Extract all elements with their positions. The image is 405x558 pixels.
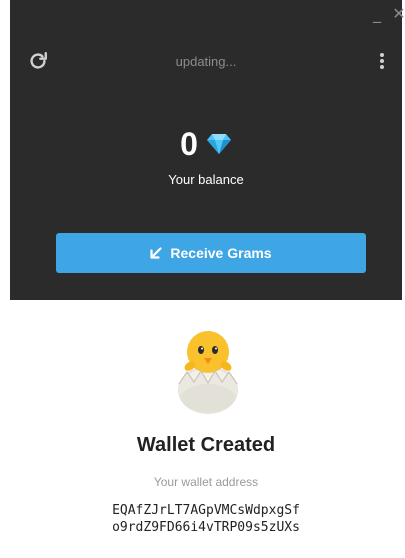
balance-value: 0 [180,126,198,162]
wallet-window: _ ✕ updating... 0 Your balance Receive G… [10,0,405,558]
minimize-button[interactable]: _ [369,4,385,24]
balance-panel: updating... 0 Your balance Receive Grams [10,30,402,300]
sync-status: updating... [175,54,237,69]
wallet-created-title: Wallet Created [136,434,276,456]
balance-label: Your balance [168,172,244,187]
wallet-address-line-1: EQAfZJrLT7AGpVMCsWdpxgSf [112,503,300,518]
arrow-down-left-icon [150,247,163,259]
close-button[interactable]: ✕ [391,4,405,24]
title-bar: _ ✕ [10,0,405,30]
receive-grams-button[interactable]: Receive Grams [56,233,366,273]
wallet-address-label: Your wallet address [153,475,259,489]
wallet-address-line-2: o9rdZ9FD66i4vTRP09s5zUXs [112,520,300,535]
diamond-icon [206,134,231,154]
more-menu-icon[interactable] [376,51,388,73]
receive-grams-label: Receive Grams [170,245,272,261]
balance-row: 0 [10,126,402,162]
hatching-chick-icon [178,331,238,414]
wallet-address[interactable]: EQAfZJrLT7AGpVMCsWdpxgSf o9rdZ9FD66i4vTR… [10,502,402,536]
